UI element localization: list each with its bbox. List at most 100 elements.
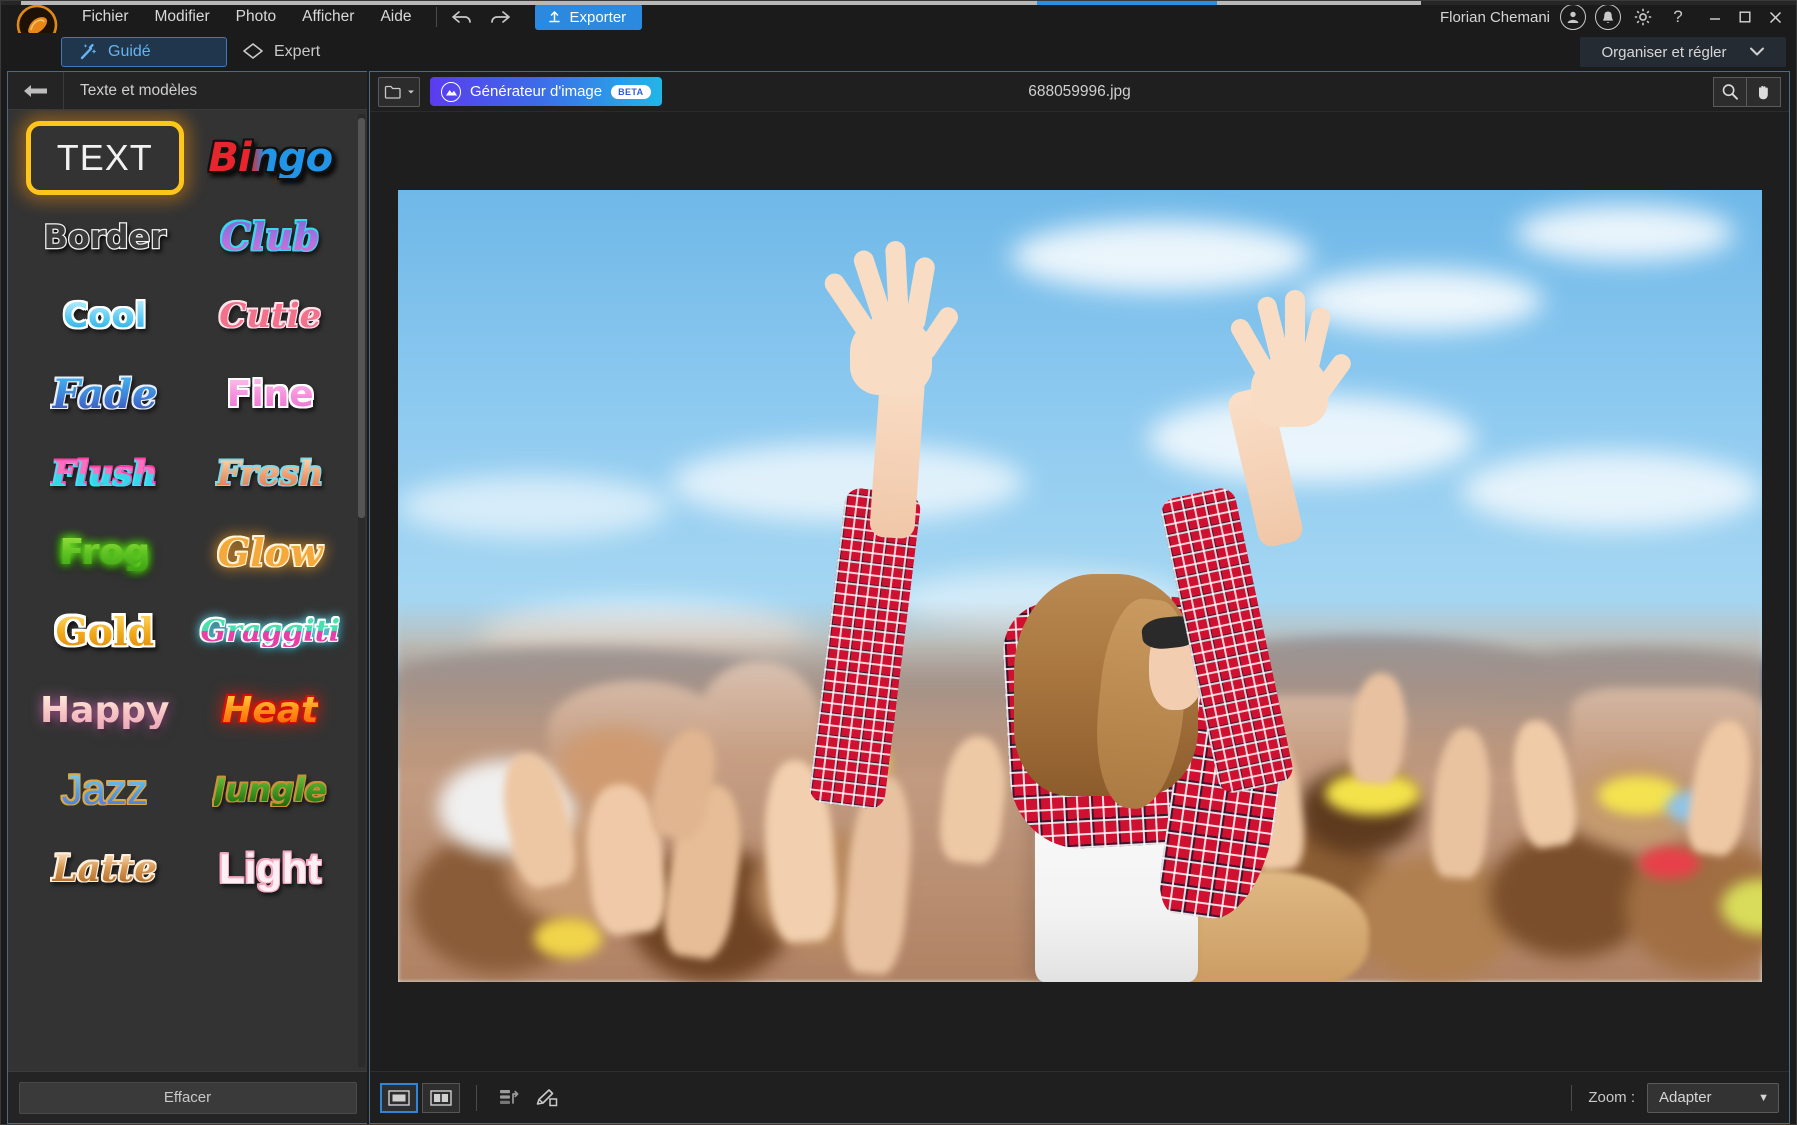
single-view-icon[interactable]	[380, 1083, 418, 1113]
chevron-down-icon	[1749, 45, 1765, 60]
yellow-hat	[534, 918, 602, 958]
sidebar-title: Texte et modèles	[64, 82, 197, 100]
text-style-label: Heat	[222, 693, 318, 729]
red-cap	[1639, 847, 1700, 879]
generateur-label: Générateur d'image	[470, 83, 602, 100]
split-view-icon[interactable]	[422, 1083, 460, 1113]
chevron-down-icon	[407, 89, 415, 95]
account-icon[interactable]	[1560, 4, 1586, 30]
text-style-label: Happy	[40, 693, 169, 729]
menu-modifier[interactable]: Modifier	[142, 4, 223, 30]
text-style-cool[interactable]: Cool	[22, 276, 188, 355]
text-style-label: Graggiti	[201, 617, 340, 647]
text-style-frog[interactable]: Frog	[22, 513, 188, 592]
folder-icon[interactable]	[378, 77, 420, 107]
crowd-head	[1352, 855, 1516, 982]
sidebar-scrollbar-thumb[interactable]	[358, 118, 365, 518]
generateur-image-button[interactable]: Générateur d'image BETA	[430, 77, 662, 106]
text-style-club[interactable]: Club	[188, 197, 354, 276]
text-style-flush[interactable]: Flush	[22, 434, 188, 513]
text-style-glow[interactable]: Glow	[188, 513, 354, 592]
text-style-label: Bingo	[208, 138, 332, 178]
tab-guide-label: Guidé	[108, 43, 151, 61]
text-style-cutie[interactable]: Cutie	[188, 276, 354, 355]
sidebar-header: Texte et modèles	[8, 72, 367, 110]
gear-icon[interactable]	[1630, 4, 1656, 30]
text-style-bingo[interactable]: Bingo	[188, 118, 354, 197]
close-icon[interactable]	[1760, 2, 1790, 32]
magnifier-icon[interactable]	[1713, 77, 1747, 107]
help-icon[interactable]: ?	[1665, 4, 1691, 30]
text-style-jazz[interactable]: Jazz	[22, 750, 188, 829]
effacer-label: Effacer	[164, 1089, 211, 1106]
text-style-label: Light	[219, 848, 322, 890]
text-style-happy[interactable]: Happy	[22, 671, 188, 750]
effacer-button[interactable]: Effacer	[19, 1082, 357, 1114]
text-style-fade[interactable]: Fade	[22, 355, 188, 434]
menu-aide[interactable]: Aide	[367, 4, 424, 30]
main-body: Texte et modèles TEXT Bingo Border Club Cool…	[1, 71, 1796, 1124]
sidebar-footer: Effacer	[8, 1071, 367, 1123]
minimize-icon[interactable]	[1700, 2, 1730, 32]
strip-right-dark	[1421, 1, 1796, 5]
chevron-down-icon: ▼	[1758, 1092, 1769, 1104]
text-style-jungle[interactable]: Jungle	[188, 750, 354, 829]
menu-photo[interactable]: Photo	[223, 4, 290, 30]
text-style-text[interactable]: TEXT	[22, 118, 188, 197]
text-style-label: Fade	[52, 375, 158, 415]
text-style-light[interactable]: Light	[188, 829, 354, 908]
zoom-select[interactable]: Adapter ▼	[1647, 1083, 1779, 1113]
text-style-heat[interactable]: Heat	[188, 671, 354, 750]
tab-expert-label: Expert	[274, 43, 320, 61]
undo-icon[interactable]	[449, 5, 475, 29]
window-controls-group: Florian Chemani ?	[1440, 1, 1790, 33]
magic-wand-icon	[76, 41, 98, 63]
text-style-label: Cutie	[219, 299, 321, 333]
text-style-label: Fresh	[217, 457, 324, 491]
organiser-label: Organiser et régler	[1601, 44, 1726, 61]
tab-expert[interactable]: Expert	[227, 37, 345, 67]
text-style-latte[interactable]: Latte	[22, 829, 188, 908]
back-arrow-icon[interactable]	[8, 72, 64, 109]
text-style-label: Club	[221, 218, 320, 256]
text-styles-scroll-area[interactable]: TEXT Bingo Border Club Cool Cutie Fade Fine Flus…	[8, 110, 367, 1071]
export-button[interactable]: Exporter	[535, 4, 642, 30]
tab-guide[interactable]: Guidé	[61, 37, 227, 67]
maximize-icon[interactable]	[1730, 2, 1760, 32]
text-style-fresh[interactable]: Fresh	[188, 434, 354, 513]
pencil-edit-icon[interactable]	[529, 1083, 565, 1113]
cloud	[1011, 221, 1311, 292]
upload-icon	[547, 10, 562, 25]
menu-divider	[436, 7, 437, 27]
text-style-tile-selected: TEXT	[26, 121, 184, 195]
menu-fichier[interactable]: Fichier	[69, 4, 142, 30]
crowd-festival-photo[interactable]	[398, 190, 1762, 982]
text-style-label: Jungle	[214, 774, 327, 806]
organiser-et-regler-button[interactable]: Organiser et régler	[1580, 37, 1786, 67]
text-style-label: Border	[43, 221, 166, 253]
text-style-label: Cool	[63, 299, 146, 333]
canvas-panel: Générateur d'image BETA 688059996.jpg	[369, 71, 1790, 1124]
mode-bar: Guidé Expert Organiser et régler	[1, 33, 1796, 71]
bell-icon[interactable]	[1595, 4, 1621, 30]
text-style-label: TEXT	[57, 137, 153, 179]
hand-icon[interactable]	[1747, 77, 1781, 107]
text-style-label: Flush	[52, 457, 158, 491]
view-mode-group	[380, 1083, 460, 1113]
menu-afficher[interactable]: Afficher	[289, 4, 367, 30]
text-style-label: Fine	[227, 377, 314, 413]
application-window: Fichier Modifier Photo Afficher Aide Exp…	[0, 0, 1797, 1125]
cloud	[1516, 205, 1734, 260]
text-style-graggiti[interactable]: Graggiti	[188, 592, 354, 671]
text-style-border[interactable]: Border	[22, 197, 188, 276]
redo-icon[interactable]	[487, 5, 513, 29]
text-style-fine[interactable]: Fine	[188, 355, 354, 434]
menu-bar: Fichier Modifier Photo Afficher Aide Exp…	[1, 1, 1796, 33]
reset-layers-icon[interactable]	[493, 1083, 529, 1113]
text-style-gold[interactable]: Gold	[22, 592, 188, 671]
canvas-toolbar: Générateur d'image BETA 688059996.jpg	[370, 72, 1789, 112]
zoom-group: Zoom : Adapter ▼	[1571, 1083, 1779, 1113]
photo-viewport[interactable]	[370, 112, 1789, 1071]
canvas-bottom-toolbar: Zoom : Adapter ▼	[370, 1071, 1789, 1123]
text-style-label: Frog	[59, 535, 150, 571]
